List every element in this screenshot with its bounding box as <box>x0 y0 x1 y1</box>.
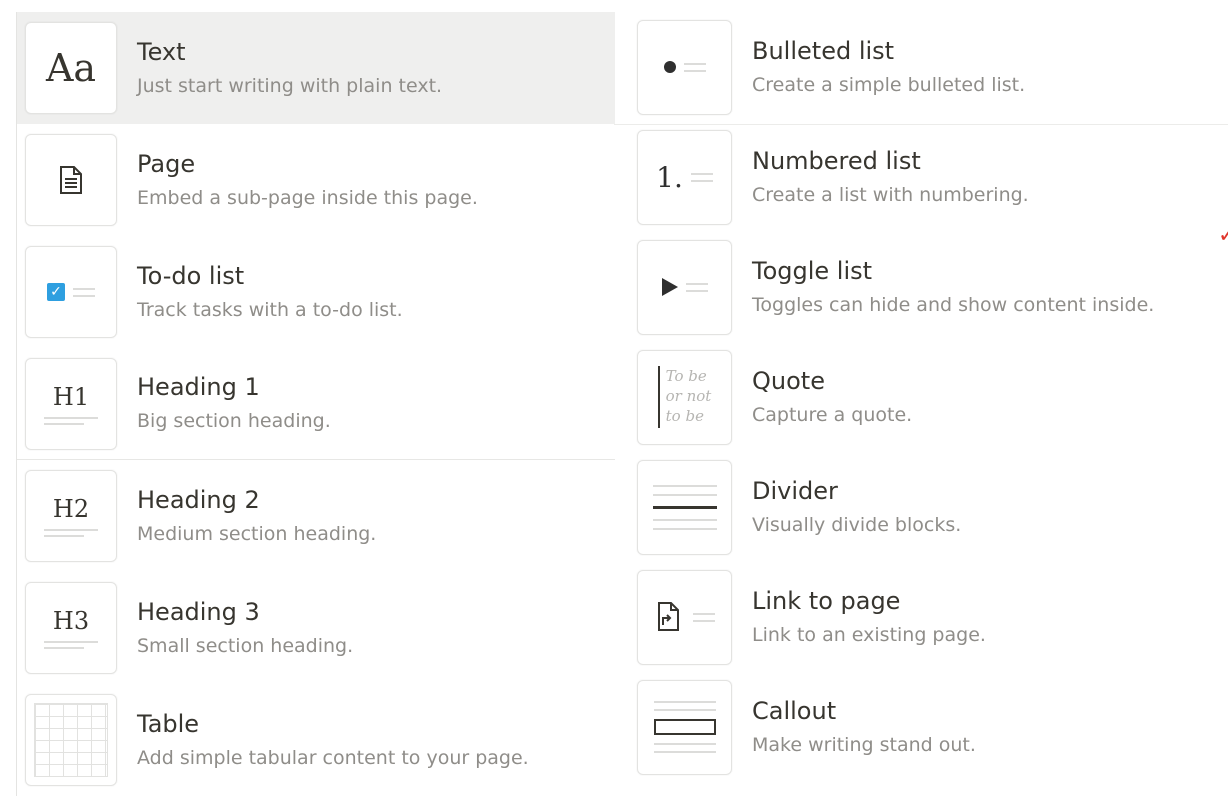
annotation-checkmark-icon: ✓ <box>1218 223 1228 248</box>
menu-item-description: Create a simple bulleted list. <box>752 73 1026 96</box>
numbered-list-icon-label: 1. <box>656 160 683 194</box>
callout-box-icon <box>653 719 716 735</box>
quote-bar-icon <box>657 366 660 428</box>
quote-icon: To be or not to be <box>637 349 732 445</box>
menu-item-heading-3-texts: Heading 3 Small section heading. <box>137 597 353 660</box>
menu-item-description: Make writing stand out. <box>752 733 976 756</box>
menu-item-bulleted-list-texts: Bulleted list Create a simple bulleted l… <box>752 36 1025 99</box>
menu-item-title: Heading 3 <box>137 597 260 626</box>
block-menu-right-column: Bulleted list Create a simple bulleted l… <box>614 12 1228 782</box>
menu-item-description: Capture a quote. <box>752 403 913 426</box>
link-page-glyph <box>657 602 679 631</box>
table-icon <box>25 694 117 786</box>
menu-item-title: Heading 1 <box>137 373 260 401</box>
heading-2-icon-label: H2 <box>52 495 90 523</box>
menu-item-title: Link to page <box>752 586 901 615</box>
menu-item-heading-2-texts: Heading 2 Medium section heading. <box>137 485 376 548</box>
menu-item-link-to-page[interactable]: Link to page Link to an existing page. <box>614 562 1228 672</box>
quote-icon-text: To be or not to be <box>665 367 712 425</box>
menu-item-divider[interactable]: Divider Visually divide blocks. <box>614 452 1228 562</box>
heading-1-icon-label: H1 <box>52 382 90 411</box>
menu-item-title: Callout <box>752 696 837 725</box>
heading-2-icon: H2 <box>25 470 117 562</box>
menu-item-title: Page <box>137 149 196 178</box>
menu-item-heading-1[interactable]: H1 Heading 1 Big section heading. <box>17 348 615 460</box>
text-lines-icon <box>44 416 98 425</box>
text-lines-icon <box>683 62 706 72</box>
bullet-dot-icon <box>663 61 676 73</box>
page-icon-glyph <box>60 166 82 194</box>
menu-item-title: Heading 2 <box>137 485 260 514</box>
menu-item-title: To-do list <box>137 261 245 290</box>
checkbox-icon: ✓ <box>25 246 117 338</box>
menu-item-title: Quote <box>752 366 825 395</box>
menu-item-title: Text <box>137 37 186 66</box>
menu-item-description: Embed a sub-page inside this page. <box>137 186 478 209</box>
menu-item-callout[interactable]: Callout Make writing stand out. <box>614 672 1228 782</box>
menu-item-title: Numbered list <box>752 146 921 175</box>
text-lines-icon <box>690 172 713 182</box>
heading-3-icon: H3 <box>25 582 117 674</box>
menu-item-text-texts: Text Just start writing with plain text. <box>137 37 442 100</box>
text-lines-icon <box>685 282 708 292</box>
menu-item-divider-texts: Divider Visually divide blocks. <box>752 476 961 539</box>
numbered-list-icon: 1. <box>637 129 732 225</box>
menu-item-title: Table <box>137 709 200 738</box>
callout-icon <box>637 679 732 775</box>
menu-item-text[interactable]: Aa Text Just start writing with plain te… <box>17 12 615 124</box>
menu-item-title: Toggle list <box>752 256 873 285</box>
menu-item-title: Bulleted list <box>752 36 895 65</box>
checkbox-checked-icon: ✓ <box>47 283 65 301</box>
text-aa-icon: Aa <box>25 22 117 114</box>
menu-item-todo-list[interactable]: ✓ To-do list Track tasks with a to-do li… <box>17 236 615 348</box>
menu-item-description: Big section heading. <box>137 410 331 432</box>
menu-item-description: Small section heading. <box>137 634 354 657</box>
menu-item-link-to-page-texts: Link to page Link to an existing page. <box>752 586 986 649</box>
page-icon <box>25 134 117 226</box>
heading-3-icon-label: H3 <box>52 607 90 635</box>
menu-item-description: Track tasks with a to-do list. <box>137 298 403 321</box>
menu-item-toggle-list[interactable]: Toggle list Toggles can hide and show co… <box>614 232 1228 342</box>
menu-item-heading-3[interactable]: H3 Heading 3 Small section heading. <box>17 572 615 684</box>
menu-item-description: Add simple tabular content to your page. <box>137 746 529 769</box>
menu-item-description: Link to an existing page. <box>752 623 986 646</box>
text-lines-icon <box>692 612 715 622</box>
heading-1-icon: H1 <box>25 357 117 450</box>
block-type-menu: Aa Text Just start writing with plain te… <box>0 0 1228 806</box>
menu-item-table-texts: Table Add simple tabular content to your… <box>137 709 529 772</box>
text-lines-icon <box>44 529 98 537</box>
block-menu-left-column: Aa Text Just start writing with plain te… <box>16 12 615 796</box>
menu-item-description: Just start writing with plain text. <box>137 74 443 97</box>
menu-item-heading-2[interactable]: H2 Heading 2 Medium section heading. <box>17 460 615 572</box>
menu-item-todo-texts: To-do list Track tasks with a to-do list… <box>137 261 403 324</box>
menu-item-numbered-list[interactable]: 1. Numbered list Create a list with numb… <box>614 122 1228 232</box>
menu-item-numbered-list-texts: Numbered list Create a list with numberi… <box>752 146 1029 209</box>
menu-item-bulleted-list[interactable]: Bulleted list Create a simple bulleted l… <box>614 12 1228 122</box>
menu-item-description: Create a list with numbering. <box>752 183 1029 206</box>
text-lines-icon <box>44 641 98 649</box>
menu-item-quote[interactable]: To be or not to be Quote Capture a quote… <box>614 342 1228 452</box>
menu-item-page[interactable]: Page Embed a sub-page inside this page. <box>17 124 615 236</box>
table-grid-icon <box>34 703 108 777</box>
menu-item-description: Toggles can hide and show content inside… <box>752 293 1155 316</box>
menu-item-title: Divider <box>752 476 838 505</box>
toggle-triangle-icon <box>661 278 678 296</box>
text-lines-icon <box>73 287 95 297</box>
menu-item-table[interactable]: Table Add simple tabular content to your… <box>17 684 615 796</box>
link-to-page-icon <box>637 569 732 665</box>
menu-item-description: Visually divide blocks. <box>752 513 962 536</box>
bullet-list-icon <box>637 19 732 115</box>
menu-item-description: Medium section heading. <box>137 522 377 545</box>
menu-item-callout-texts: Callout Make writing stand out. <box>752 696 976 759</box>
toggle-list-icon <box>637 239 732 335</box>
menu-item-quote-texts: Quote Capture a quote. <box>752 366 912 429</box>
text-aa-icon-label: Aa <box>45 46 97 90</box>
divider-icon <box>637 459 732 555</box>
menu-item-page-texts: Page Embed a sub-page inside this page. <box>137 149 478 212</box>
menu-item-heading-1-texts: Heading 1 Big section heading. <box>137 372 331 435</box>
menu-item-toggle-list-texts: Toggle list Toggles can hide and show co… <box>752 256 1154 319</box>
